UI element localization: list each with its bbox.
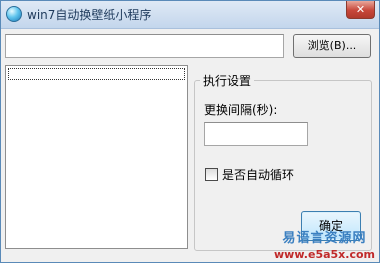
main-window: win7自动换壁纸小程序 ✕ 浏览(B)... 执行设置 更换间隔(秒): 是否… [0,0,380,263]
ok-button[interactable]: 确定 [301,211,361,241]
list-focus-item[interactable] [8,68,185,80]
title-bar[interactable]: win7自动换壁纸小程序 ✕ [1,1,379,29]
browse-button[interactable]: 浏览(B)... [293,34,371,58]
auto-loop-label[interactable]: 是否自动循环 [222,166,294,183]
interval-label: 更换间隔(秒): [204,103,278,117]
path-input[interactable] [5,34,284,58]
auto-loop-checkbox[interactable] [205,168,218,181]
close-button[interactable]: ✕ [346,1,375,19]
settings-group-title: 执行设置 [200,72,255,89]
window-title: win7自动换壁纸小程序 [27,8,152,22]
interval-input[interactable] [204,122,308,146]
app-globe-icon [6,6,22,22]
file-list[interactable] [5,65,188,249]
